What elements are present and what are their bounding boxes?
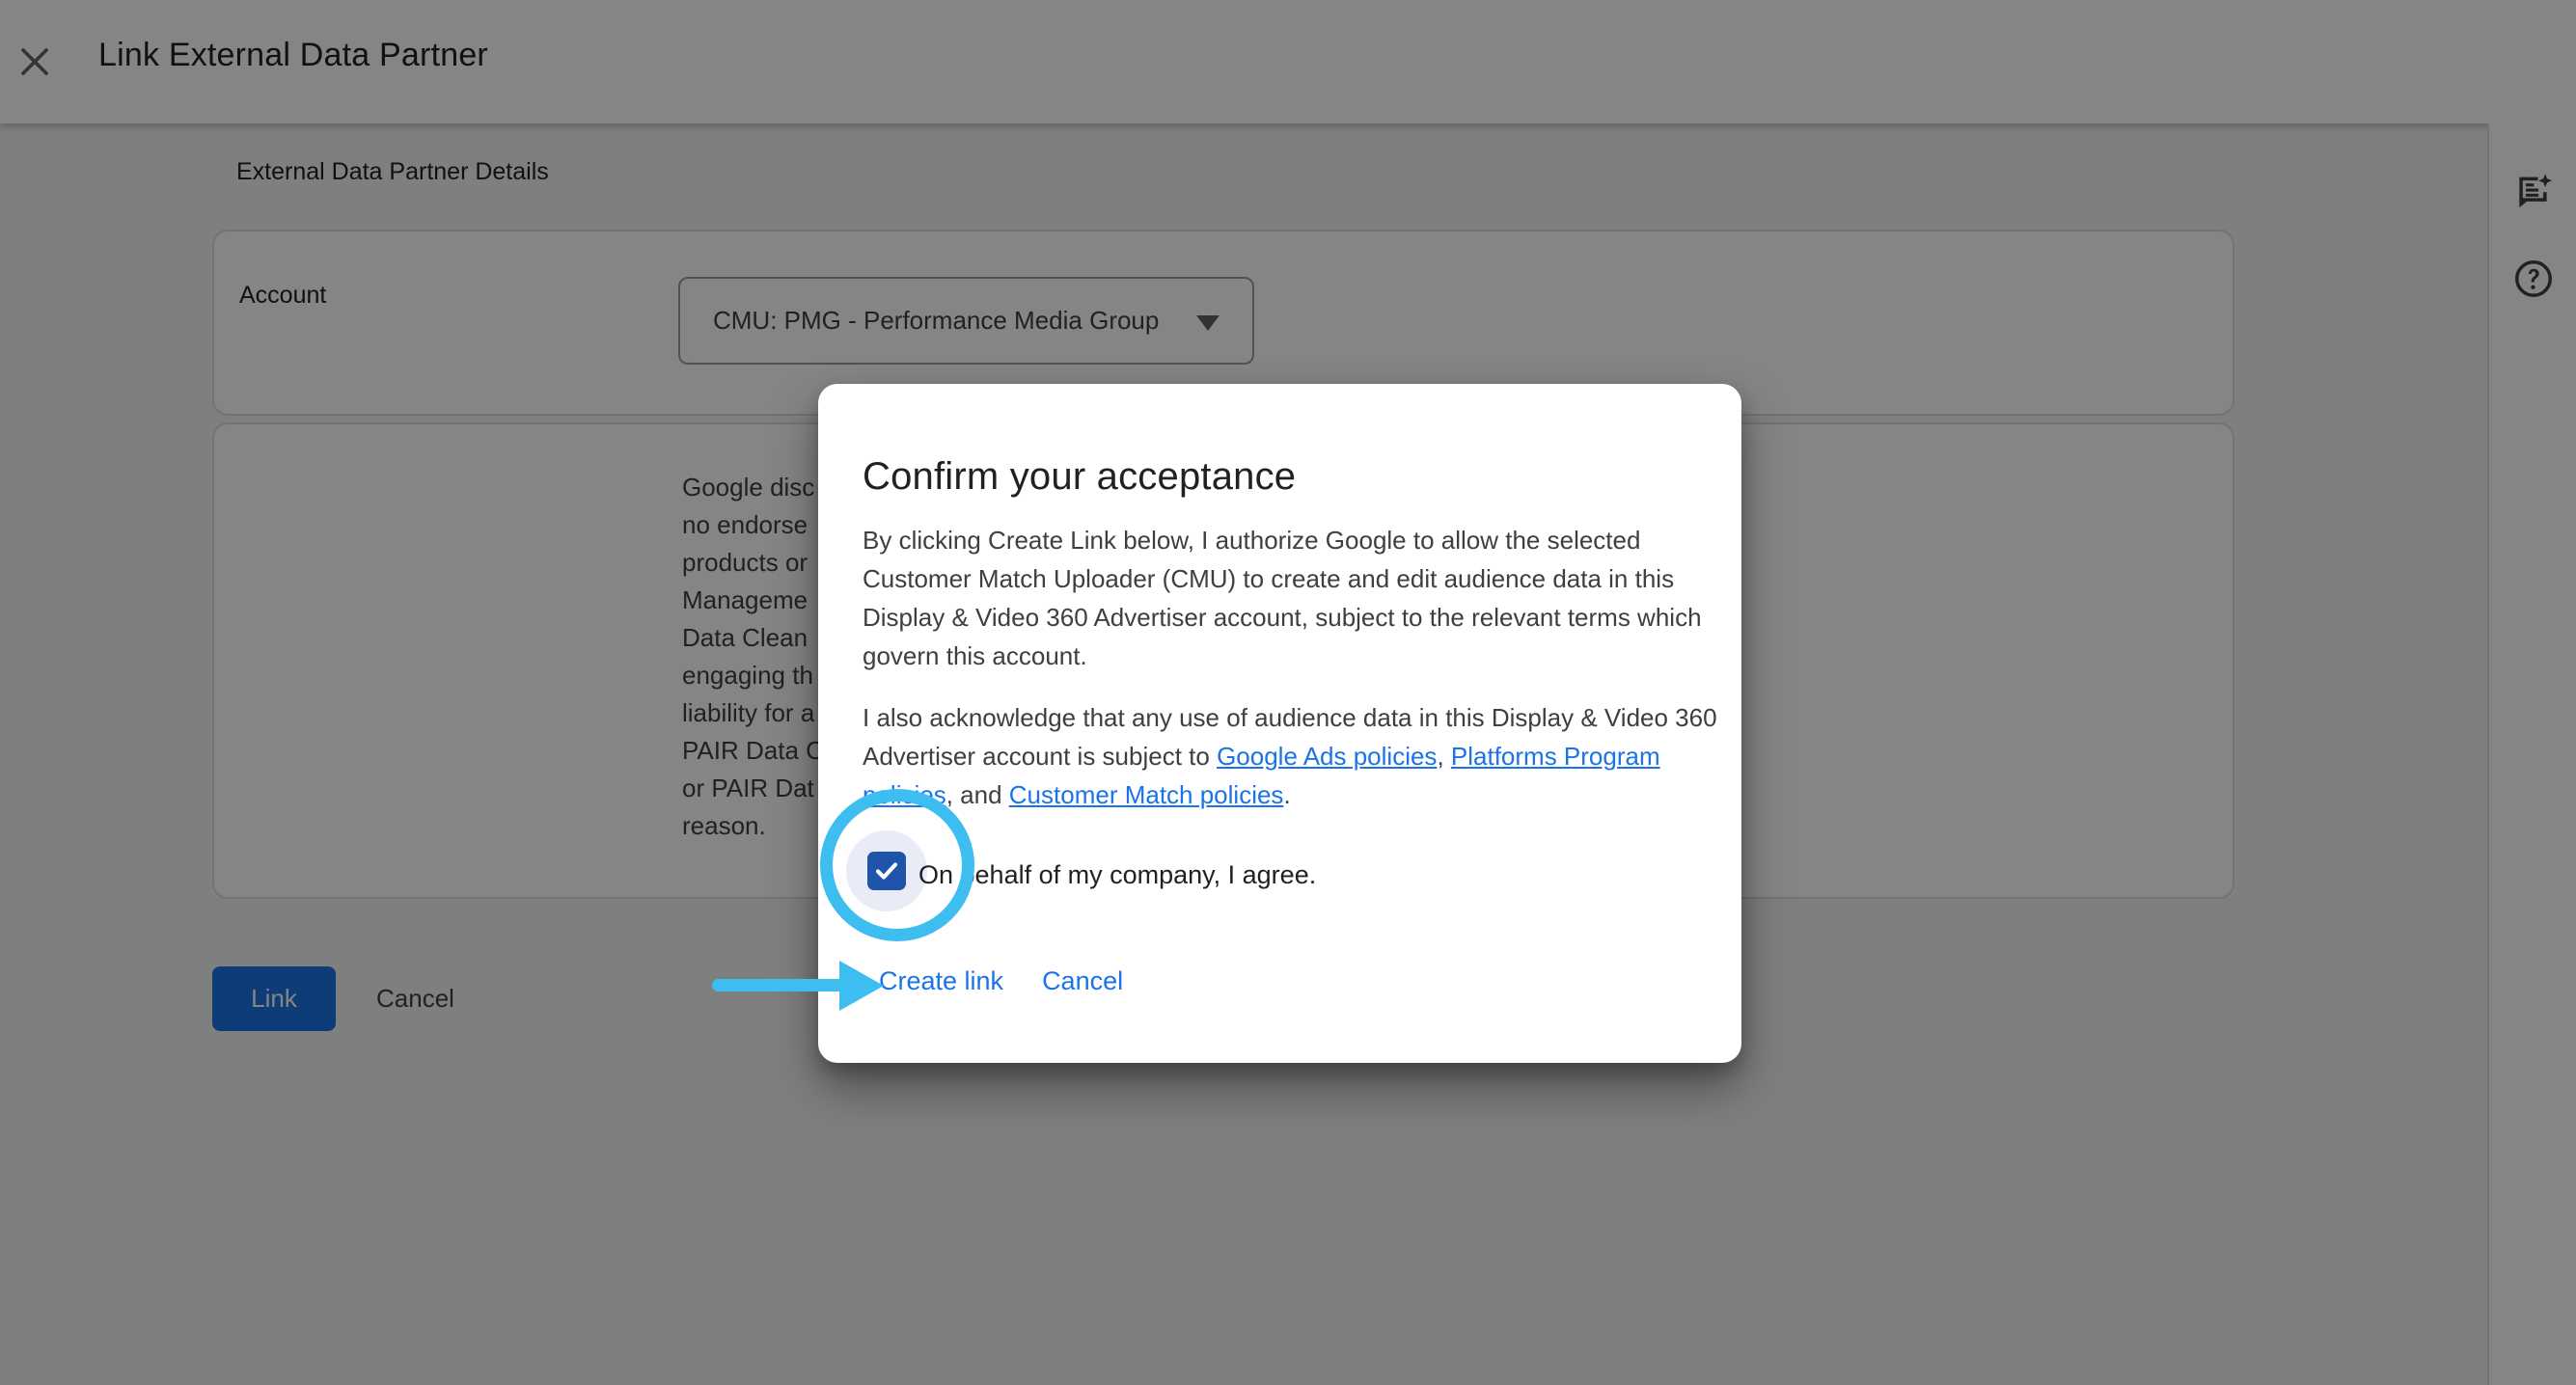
customer-match-policies-link[interactable]: Customer Match policies [1009, 780, 1284, 809]
checkmark-icon [872, 856, 901, 885]
google-ads-policies-link[interactable]: Google Ads policies [1217, 742, 1437, 771]
dialog-paragraph-1: By clicking Create Link below, I authori… [863, 521, 1736, 675]
agree-checkbox-label[interactable]: On behalf of my company, I agree. [918, 860, 1316, 890]
confirm-acceptance-dialog: Confirm your acceptance By clicking Crea… [818, 384, 1741, 1063]
dialog-paragraph-2: I also acknowledge that any use of audie… [863, 698, 1736, 814]
dialog-cancel-button[interactable]: Cancel [1042, 966, 1123, 996]
create-link-button[interactable]: Create link [879, 966, 1003, 996]
separator: , [1437, 742, 1450, 771]
dialog-actions: Create link Cancel [879, 966, 1123, 996]
dialog-title: Confirm your acceptance [863, 455, 1296, 499]
separator: , and [946, 780, 1009, 809]
separator: . [1283, 780, 1290, 809]
agree-checkbox[interactable] [867, 852, 906, 890]
